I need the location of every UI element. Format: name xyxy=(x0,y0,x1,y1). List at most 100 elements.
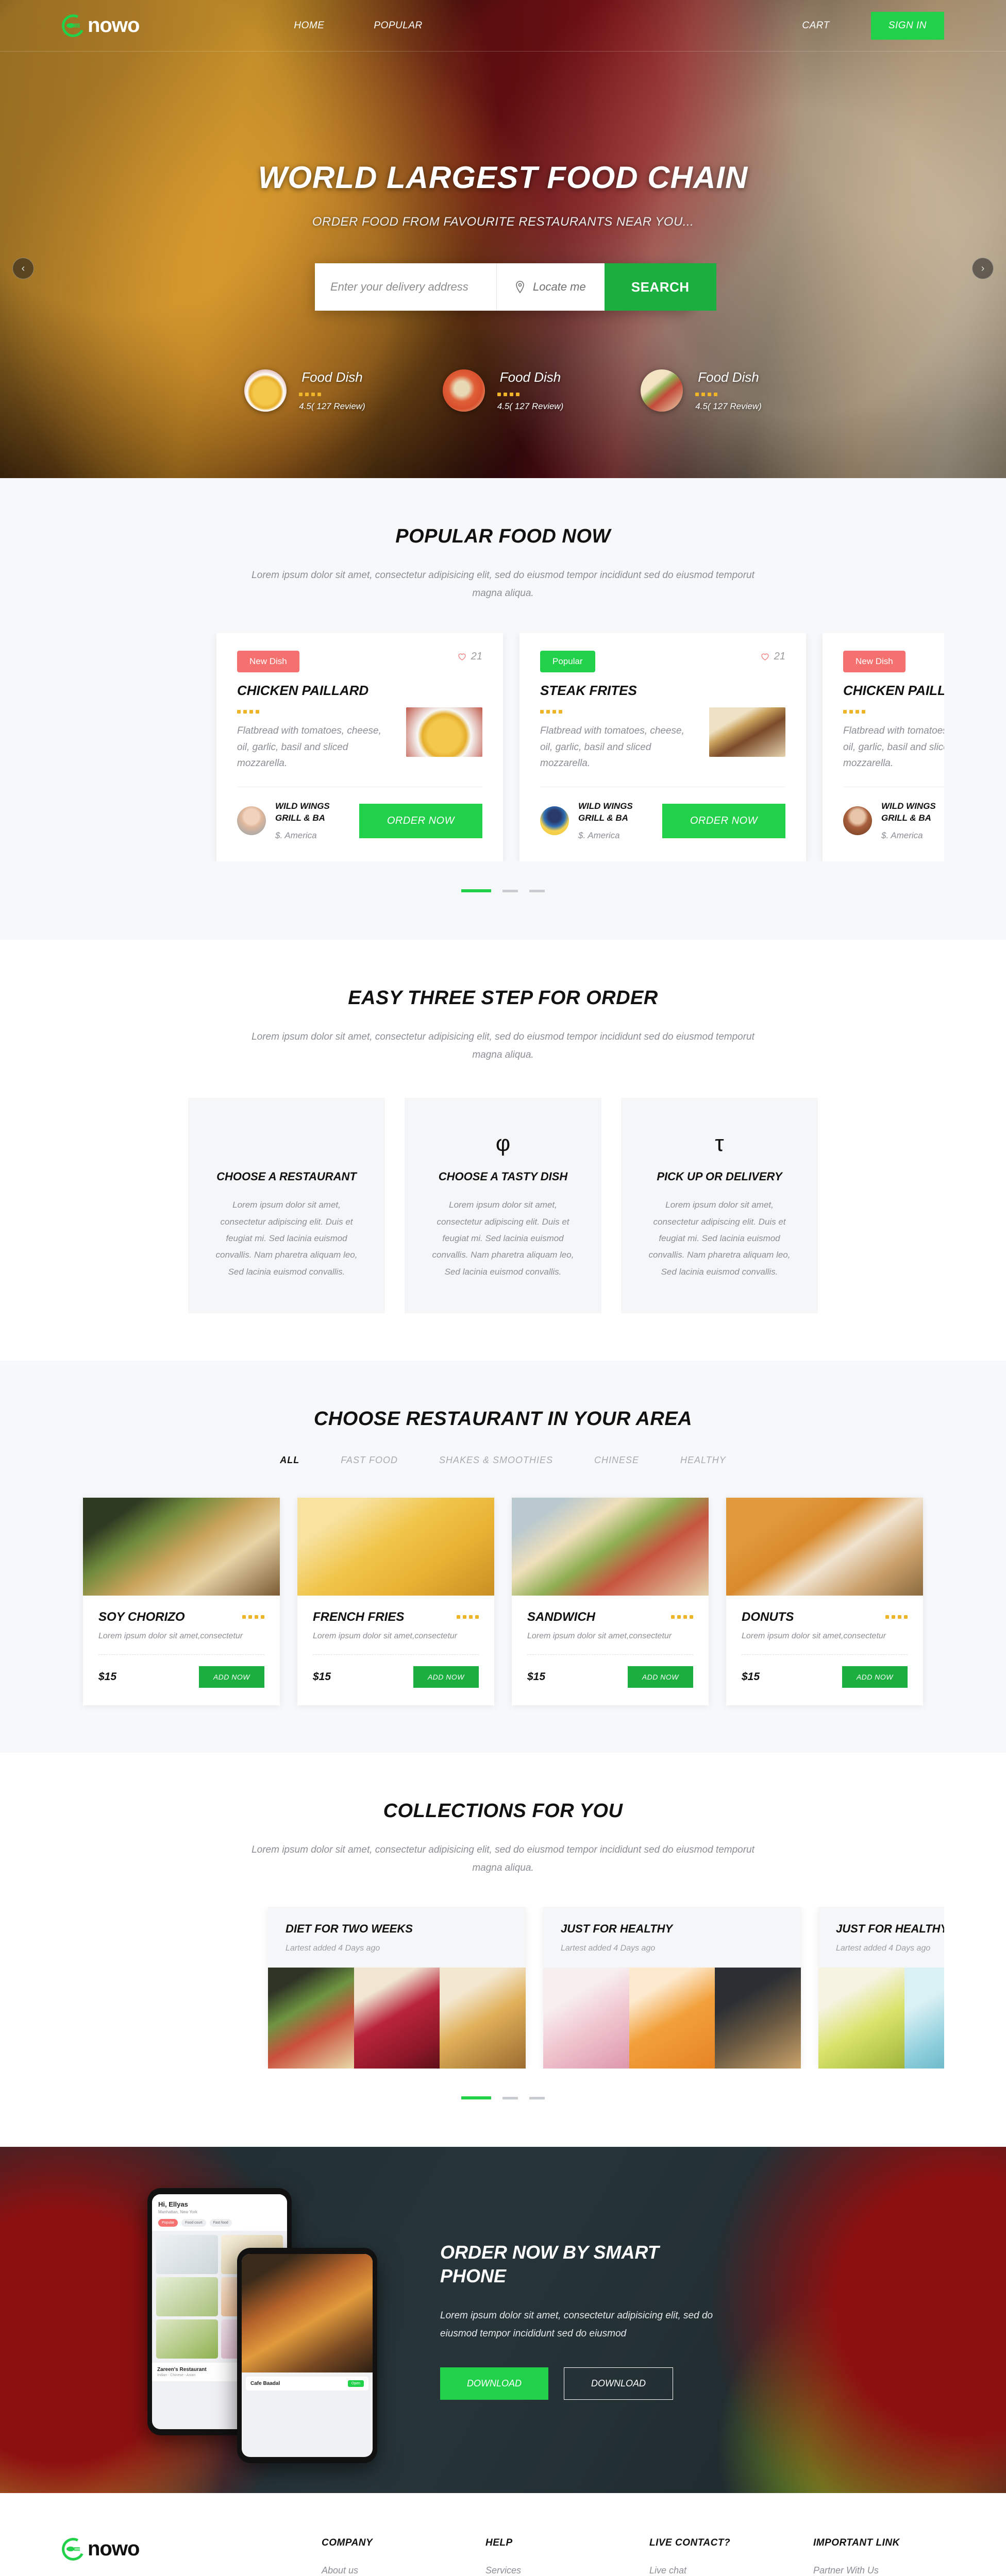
filter-chinese[interactable]: CHINESE xyxy=(594,1455,639,1466)
like-counter[interactable]: 21 xyxy=(458,651,482,663)
divider xyxy=(527,1654,693,1655)
nav-links: HOME POPULAR xyxy=(294,20,802,31)
footer-logo-text: nowo xyxy=(88,2537,140,2561)
popular-food-card[interactable]: New Dish 21 CHICKEN PAILLARD Flatbr xyxy=(823,633,944,862)
status-badge: New Dish xyxy=(843,651,906,673)
hero-next-button[interactable]: › xyxy=(972,258,994,279)
download-primary-button[interactable]: DOWNLOAD xyxy=(440,2367,549,2400)
hero-dish-list: Food Dish 4.5( 127 Review) Food Dish 4.5… xyxy=(0,369,1006,412)
food-price: $15 xyxy=(742,1670,760,1683)
order-now-button[interactable]: ORDER NOW xyxy=(359,803,482,838)
footer-column-company: COMPANY About us Team Careers Blog Bug B… xyxy=(322,2537,452,2576)
step-card-pickup-delivery[interactable]: τ PICK UP OR DELIVERY Lorem ipsum dolor … xyxy=(621,1098,818,1313)
hero-dish-item[interactable]: Food Dish 4.5( 127 Review) xyxy=(442,369,563,412)
food-description: Flatbread with tomatoes, cheese, oil, ga… xyxy=(540,725,684,769)
step-description: Lorem ipsum dolor sit amet, consectetur … xyxy=(432,1200,574,1277)
search-button[interactable]: SEARCH xyxy=(604,263,716,311)
phone-cafe-name: Cafe Baadal xyxy=(250,2381,280,2387)
nav-item-home[interactable]: HOME xyxy=(294,20,324,31)
food-description: Lorem ipsum dolor sit amet,consectetur xyxy=(98,1631,243,1640)
phone-food-tile xyxy=(156,2235,218,2275)
footer-link-about-us[interactable]: About us xyxy=(322,2565,452,2576)
footer-link-partner-with-us[interactable]: Partner With Us xyxy=(813,2565,944,2576)
site-footer: nowo We are glad to have you around . If… xyxy=(0,2493,1006,2576)
collection-meta: Lartest added 4 Days ago xyxy=(836,1944,931,1953)
filter-fast-food[interactable]: FAST FOOD xyxy=(341,1455,398,1466)
nav-item-popular[interactable]: POPULAR xyxy=(374,20,422,31)
locate-me-button[interactable]: Locate me xyxy=(496,263,605,311)
add-now-button[interactable]: ADD NOW xyxy=(842,1666,908,1688)
food-rating-stars xyxy=(540,710,697,714)
collection-card[interactable]: JUST FOR HEALTHY Lartest added 4 Days ag… xyxy=(543,1907,801,2069)
add-now-button[interactable]: ADD NOW xyxy=(413,1666,479,1688)
footer-link-live-chat[interactable]: Live chat xyxy=(649,2565,780,2576)
carousel-dot[interactable] xyxy=(502,2096,518,2099)
restaurant-food-card[interactable]: SANDWICH Lorem ipsum dolor sit amet,cons… xyxy=(512,1497,709,1705)
add-now-button[interactable]: ADD NOW xyxy=(627,1666,693,1688)
carousel-dot[interactable] xyxy=(461,2096,491,2100)
restaurant-name: WILD WINGS GRILL & BA xyxy=(275,801,330,823)
divider xyxy=(98,1654,264,1655)
like-counter[interactable]: 21 xyxy=(761,651,785,663)
hero-dish-item[interactable]: Food Dish 4.5( 127 Review) xyxy=(244,369,365,412)
delivery-address-input[interactable] xyxy=(315,263,496,311)
like-count: 21 xyxy=(471,651,482,663)
filter-shakes-smoothies[interactable]: SHAKES & SMOOTHIES xyxy=(439,1455,553,1466)
app-download-buttons: DOWNLOAD DOWNLOAD xyxy=(440,2367,924,2400)
carousel-dot[interactable] xyxy=(529,889,545,892)
collections-carousel-track: DIET FOR TWO WEEKS Lartest added 4 Days … xyxy=(62,1907,944,2069)
popular-food-card[interactable]: New Dish 21 CHICKEN PAILLARD Flatbr xyxy=(216,633,503,862)
filter-healthy[interactable]: HEALTHY xyxy=(680,1455,726,1466)
nav-item-cart[interactable]: CART xyxy=(802,20,829,31)
heart-icon xyxy=(458,653,466,660)
collection-images xyxy=(543,1968,801,2069)
collection-card[interactable]: JUST FOR HEALTHY Lartest added 4 Days ag… xyxy=(818,1907,944,2069)
step-card-choose-restaurant[interactable]: CHOOSE A RESTAURANT Lorem ipsum dolor si… xyxy=(188,1098,385,1313)
popular-carousel-dots xyxy=(62,889,944,893)
footer-column-live-contact: LIVE CONTACT? Live chat Phone : +91 964 … xyxy=(649,2537,780,2576)
hero-prev-button[interactable]: ‹ xyxy=(12,258,34,279)
restaurant-food-card[interactable]: SOY CHORIZO Lorem ipsum dolor sit amet,c… xyxy=(83,1497,280,1705)
food-price: $15 xyxy=(98,1670,117,1683)
fork-circle-icon xyxy=(59,2535,88,2564)
restaurant-food-card[interactable]: DONUTS Lorem ipsum dolor sit amet,consec… xyxy=(726,1497,923,1705)
sign-in-button[interactable]: SIGN IN xyxy=(870,11,944,40)
site-logo[interactable]: nowo xyxy=(59,11,140,40)
section-subtitle: Lorem ipsum dolor sit amet, consectetur … xyxy=(252,1031,754,1061)
step-title: CHOOSE A RESTAURANT xyxy=(216,1170,357,1183)
add-now-button[interactable]: ADD NOW xyxy=(198,1666,264,1688)
dish-rating-stars xyxy=(695,393,762,396)
status-badge: New Dish xyxy=(237,651,299,673)
collection-card[interactable]: DIET FOR TWO WEEKS Lartest added 4 Days … xyxy=(268,1907,526,2069)
order-now-button[interactable]: ORDER NOW xyxy=(662,803,785,838)
popular-food-card[interactable]: Popular 21 STEAK FRITES Flatbread with t… xyxy=(519,633,806,862)
phone-greeting: Hi, Ellyas xyxy=(158,2200,188,2209)
filter-all[interactable]: ALL xyxy=(280,1455,299,1466)
collection-title: JUST FOR HEALTHY xyxy=(836,1922,944,1936)
hero-dish-item[interactable]: Food Dish 4.5( 127 Review) xyxy=(641,369,762,412)
status-badge: Popular xyxy=(540,651,595,673)
step-card-choose-dish[interactable]: φ CHOOSE A TASTY DISH Lorem ipsum dolor … xyxy=(405,1098,601,1313)
footer-column-heading: HELP xyxy=(485,2537,513,2549)
download-secondary-button[interactable]: DOWNLOAD xyxy=(564,2367,674,2400)
food-rating-stars xyxy=(457,1615,479,1619)
hero-section: nowo HOME POPULAR CART SIGN IN WORLD LAR… xyxy=(0,0,1006,478)
restaurant-icon xyxy=(211,1127,362,1161)
location-pin-icon xyxy=(516,281,524,293)
avatar xyxy=(237,806,266,836)
footer-column-heading: LIVE CONTACT? xyxy=(649,2537,731,2549)
app-promo-section: Hi, Ellyas Manhattan, New York Popular F… xyxy=(0,2147,1006,2494)
collection-image xyxy=(354,1968,440,2069)
footer-logo[interactable]: nowo xyxy=(59,2535,289,2564)
restaurant-location: $. America xyxy=(881,831,923,841)
dish-review-count: 4.5( 127 Review) xyxy=(299,401,365,411)
carousel-dot[interactable] xyxy=(461,889,491,893)
phone-tab-fast-food: Fast food xyxy=(209,2219,232,2227)
footer-link-services[interactable]: Services xyxy=(485,2565,616,2576)
carousel-dot[interactable] xyxy=(502,889,518,892)
carousel-dot[interactable] xyxy=(529,2096,545,2099)
phone-food-tile xyxy=(156,2319,218,2359)
heart-icon xyxy=(761,653,769,660)
restaurant-food-card[interactable]: FRENCH FRIES Lorem ipsum dolor sit amet,… xyxy=(297,1497,494,1705)
dish-name: Food Dish xyxy=(698,369,759,385)
